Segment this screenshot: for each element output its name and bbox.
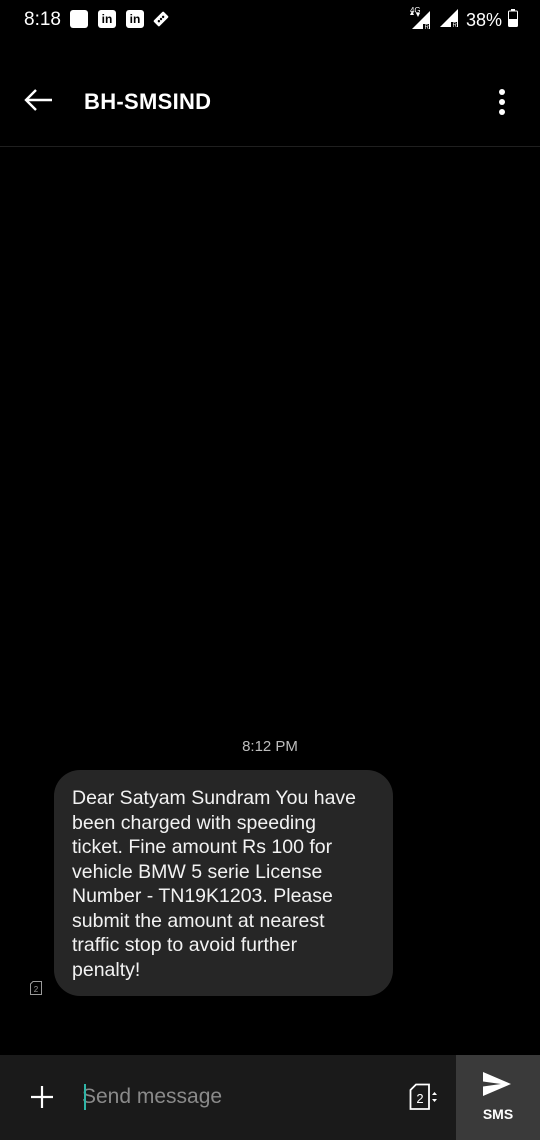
more-options-button[interactable]	[482, 82, 522, 122]
sim-number: 2	[416, 1091, 423, 1106]
text-cursor	[84, 1084, 86, 1110]
svg-text:R: R	[424, 25, 429, 31]
battery-icon	[508, 8, 518, 32]
plus-icon	[31, 1086, 53, 1108]
message-timestamp: 8:12 PM	[242, 738, 298, 755]
back-button[interactable]	[14, 78, 64, 122]
send-button[interactable]: SMS	[456, 1055, 540, 1140]
square-icon	[70, 10, 88, 28]
conversation-title: BH-SMSIND	[84, 89, 212, 114]
sim-icon: 2	[30, 981, 42, 995]
message-input[interactable]	[82, 1079, 382, 1115]
sim-card-icon: 2	[409, 1083, 437, 1110]
linkedin-icon: in	[126, 10, 144, 28]
arrow-back-icon	[24, 89, 52, 111]
status-time: 8:18	[24, 9, 61, 30]
svg-text:R: R	[452, 23, 457, 29]
status-right: 4G R R 38%	[408, 6, 518, 34]
send-icon	[483, 1072, 511, 1096]
signal-4g-icon: 4G R	[409, 6, 430, 31]
sim-select-button[interactable]: 2	[404, 1079, 444, 1115]
status-bar: 8:18 in in 4G R R 38%	[0, 0, 540, 40]
app-bar: BH-SMSIND	[0, 40, 540, 147]
compose-bar: 2 SMS	[0, 1055, 540, 1140]
message-bubble[interactable]: Dear Satyam Sundram You have been charge…	[54, 770, 393, 996]
attach-button[interactable]	[22, 1077, 62, 1117]
ticket-icon	[152, 10, 170, 33]
more-vert-icon	[499, 89, 505, 115]
sim-number: 2	[34, 985, 39, 994]
battery-percent: 38%	[465, 9, 502, 30]
linkedin-icon: in	[98, 10, 116, 28]
send-label: SMS	[482, 1106, 514, 1122]
signal-icon: R	[438, 7, 460, 34]
